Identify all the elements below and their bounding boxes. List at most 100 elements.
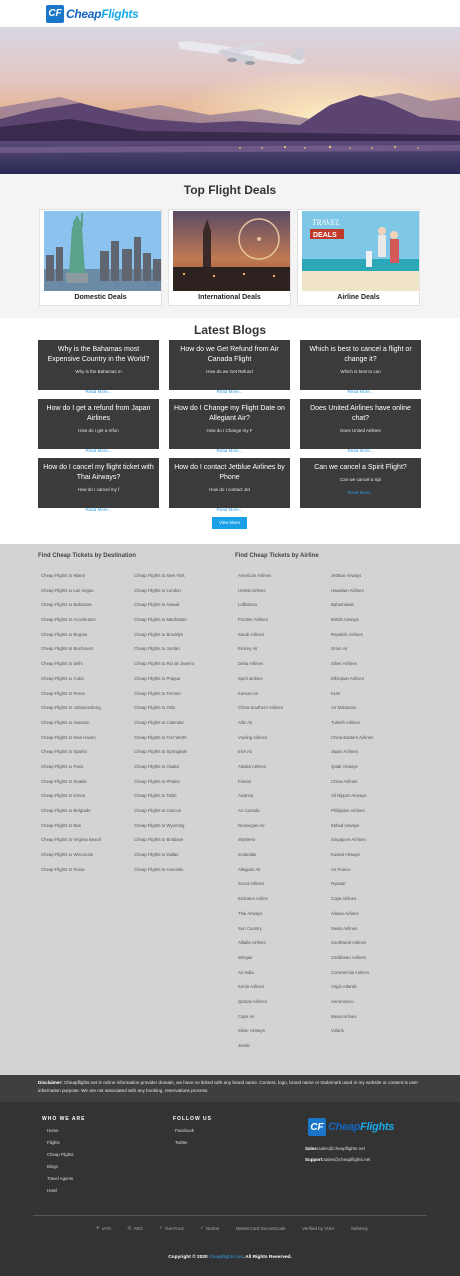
footer-link[interactable]: Alitalia Airlines bbox=[238, 940, 283, 955]
footer-link[interactable]: Cheap Flights to Honolulu bbox=[134, 867, 194, 882]
footer-link[interactable]: Home bbox=[47, 1128, 74, 1140]
footer-link[interactable]: Cheap Flights to Wyoming bbox=[134, 823, 194, 838]
read-more-link[interactable]: Read More... bbox=[300, 389, 421, 394]
footer-link[interactable]: Cheap Flights to Johannesburg bbox=[41, 705, 101, 720]
footer-link[interactable]: Ryanair bbox=[331, 881, 373, 896]
footer-link[interactable]: Flights bbox=[47, 1140, 74, 1152]
read-more-link[interactable]: Read More... bbox=[169, 507, 290, 512]
footer-link[interactable]: Cheap Flights to Toronto bbox=[134, 691, 194, 706]
footer-link[interactable]: Thai Airways bbox=[238, 911, 283, 926]
footer-link[interactable]: Singapore Airlines bbox=[331, 837, 373, 852]
sales-email[interactable]: sales@cheapflights.net bbox=[318, 1146, 365, 1151]
footer-link[interactable]: Air Moldovan bbox=[331, 705, 373, 720]
footer-link[interactable]: Cheap Flights to Virginia Beach bbox=[41, 837, 101, 852]
footer-link[interactable]: Republic Airlines bbox=[331, 632, 373, 647]
footer-link[interactable]: Cheap Flights to New Haven bbox=[41, 735, 101, 750]
blog-card[interactable]: How do we Get Refund from Air Canada Fli… bbox=[169, 340, 290, 390]
footer-link[interactable]: Cheap Flights to London bbox=[134, 588, 194, 603]
footer-link[interactable]: Philippine Airlines bbox=[331, 808, 373, 823]
footer-link[interactable]: Silver Airlines bbox=[331, 661, 373, 676]
footer-link[interactable]: Commercial Airlines bbox=[331, 970, 373, 985]
view-more-button[interactable]: View More bbox=[212, 517, 247, 529]
footer-link[interactable]: Travel Agents bbox=[47, 1176, 74, 1188]
footer-link[interactable]: Cheap Flights to Sparks bbox=[41, 749, 101, 764]
footer-link[interactable]: Silver Airways bbox=[238, 1028, 283, 1043]
footer-link[interactable]: Cheap Flights to Belgrade bbox=[41, 808, 101, 823]
deal-card-airline[interactable]: TRAVEL DEALS Airline Deals bbox=[297, 209, 420, 306]
footer-link[interactable]: Cheap Flights to Bali bbox=[41, 823, 101, 838]
footer-link[interactable]: Cheap Flights to Fort Worth bbox=[134, 735, 194, 750]
footer-link[interactable]: Blogs bbox=[47, 1164, 74, 1176]
footer-link[interactable]: Saudi Airlines bbox=[238, 632, 283, 647]
footer-link[interactable]: Lufthansa bbox=[238, 602, 283, 617]
footer-link[interactable]: American Airlines bbox=[238, 573, 283, 588]
footer-link[interactable]: United Airlines bbox=[238, 588, 283, 603]
copyright-site-link[interactable]: cheapflights.net bbox=[209, 1255, 243, 1260]
footer-link[interactable]: Hawaiian Airlines bbox=[331, 588, 373, 603]
footer-link[interactable]: Spirit airlines bbox=[238, 676, 283, 691]
footer-link[interactable]: Cheap Flights to Brisbane bbox=[134, 837, 194, 852]
footer-link[interactable]: Cheap Flights to Peros bbox=[41, 691, 101, 706]
footer-link[interactable]: Frontier Airlines bbox=[238, 617, 283, 632]
footer-link[interactable]: Cheap Flights to Calendar bbox=[134, 720, 194, 735]
footer-link[interactable]: Facebook bbox=[175, 1128, 194, 1140]
footer-link[interactable]: Cheap Flights to Paris bbox=[41, 764, 101, 779]
footer-link[interactable]: Cape Air bbox=[238, 1014, 283, 1029]
footer-link[interactable]: Cheap Flights to lemon bbox=[41, 793, 101, 808]
footer-link[interactable]: Turkish Airlines bbox=[331, 720, 373, 735]
footer-link[interactable]: Cheap Flights to Bogota bbox=[41, 632, 101, 647]
footer-link[interactable]: Cheap Flights to Seattle bbox=[41, 779, 101, 794]
footer-link[interactable]: Scoot Airlines bbox=[238, 881, 283, 896]
read-more-link[interactable]: Read More... bbox=[38, 389, 159, 394]
footer-link[interactable]: Icelandair bbox=[238, 852, 283, 867]
footer-link[interactable]: Virgin Atlantic bbox=[331, 984, 373, 999]
footer-link[interactable]: Cheap Flights to Texas bbox=[41, 867, 101, 882]
footer-link[interactable]: Cheap Flights to Tahiti bbox=[134, 793, 194, 808]
footer-link[interactable]: Jetstic bbox=[238, 1043, 283, 1058]
footer-link[interactable]: Cheap Flights to Bucharest bbox=[41, 646, 101, 661]
footer-link[interactable]: Emirey Air bbox=[238, 646, 283, 661]
footer-link[interactable]: All Nippon Airways bbox=[331, 793, 373, 808]
footer-link[interactable]: Cheap Flights to Cuba bbox=[41, 676, 101, 691]
footer-link[interactable]: SkyWest bbox=[238, 837, 283, 852]
footer-link[interactable]: Wingair bbox=[238, 955, 283, 970]
footer-link[interactable]: Mesa Airlines bbox=[331, 1014, 373, 1029]
footer-link[interactable]: Qatar Airways bbox=[331, 764, 373, 779]
footer-link[interactable]: Korean Air bbox=[238, 691, 283, 706]
footer-link[interactable]: Etihad Airways bbox=[331, 823, 373, 838]
support-email[interactable]: sales@cheapflights.net bbox=[324, 1157, 371, 1162]
footer-link[interactable]: Cheap Flights to Wisconsin bbox=[41, 852, 101, 867]
footer-link[interactable]: Air Canada bbox=[238, 808, 283, 823]
read-more-link[interactable]: Read More... bbox=[38, 507, 159, 512]
footer-link[interactable]: Cheap Flights to Oslo bbox=[134, 705, 194, 720]
site-logo[interactable]: CF CheapFlights bbox=[46, 4, 139, 23]
footer-link[interactable]: Japan Airlines bbox=[331, 749, 373, 764]
footer-link[interactable]: Bahamasair bbox=[331, 602, 373, 617]
footer-link[interactable]: Cheap Flights to Dallas bbox=[134, 852, 194, 867]
footer-logo[interactable]: CF CheapFlights bbox=[308, 1118, 394, 1136]
read-more-link[interactable]: Read More... bbox=[300, 490, 421, 495]
deal-card-international[interactable]: International Deals bbox=[168, 209, 291, 306]
blog-card[interactable]: Does United Airlines have online chat? D… bbox=[300, 399, 421, 449]
footer-link[interactable]: Cheap Flights bbox=[47, 1152, 74, 1164]
footer-link[interactable]: Finnair bbox=[238, 779, 283, 794]
footer-link[interactable]: Aeromexico bbox=[331, 999, 373, 1014]
blog-card[interactable]: How do I Change my Flight Date on Allegi… bbox=[169, 399, 290, 449]
footer-link[interactable]: Delta Airlines bbox=[238, 661, 283, 676]
footer-link[interactable]: Cheap Flights to Cancun bbox=[134, 808, 194, 823]
footer-link[interactable]: Cheap Flights to Jordan bbox=[134, 646, 194, 661]
blog-card[interactable]: How do I cancel my flight ticket with Th… bbox=[38, 458, 159, 508]
footer-link[interactable]: Qantas Airlines bbox=[238, 999, 283, 1014]
footer-link[interactable]: Cheap Flights to New York bbox=[134, 573, 194, 588]
footer-link[interactable]: Cheap Flights to Prague bbox=[134, 676, 194, 691]
footer-link[interactable]: Aliasia Airlines bbox=[331, 911, 373, 926]
footer-link[interactable]: Sun Country bbox=[238, 926, 283, 941]
footer-link[interactable]: Air India bbox=[238, 970, 283, 985]
footer-link[interactable]: Copa Airlines bbox=[331, 896, 373, 911]
footer-link[interactable]: Twitter bbox=[175, 1140, 194, 1152]
footer-link[interactable]: Cheap Flights to Miami bbox=[41, 573, 101, 588]
footer-link[interactable]: China Airlines bbox=[331, 779, 373, 794]
footer-link[interactable]: Allegiant Air bbox=[238, 867, 283, 882]
footer-link[interactable]: China Southern Airlines bbox=[238, 705, 283, 720]
footer-link[interactable]: Swiss Airlines bbox=[331, 926, 373, 941]
